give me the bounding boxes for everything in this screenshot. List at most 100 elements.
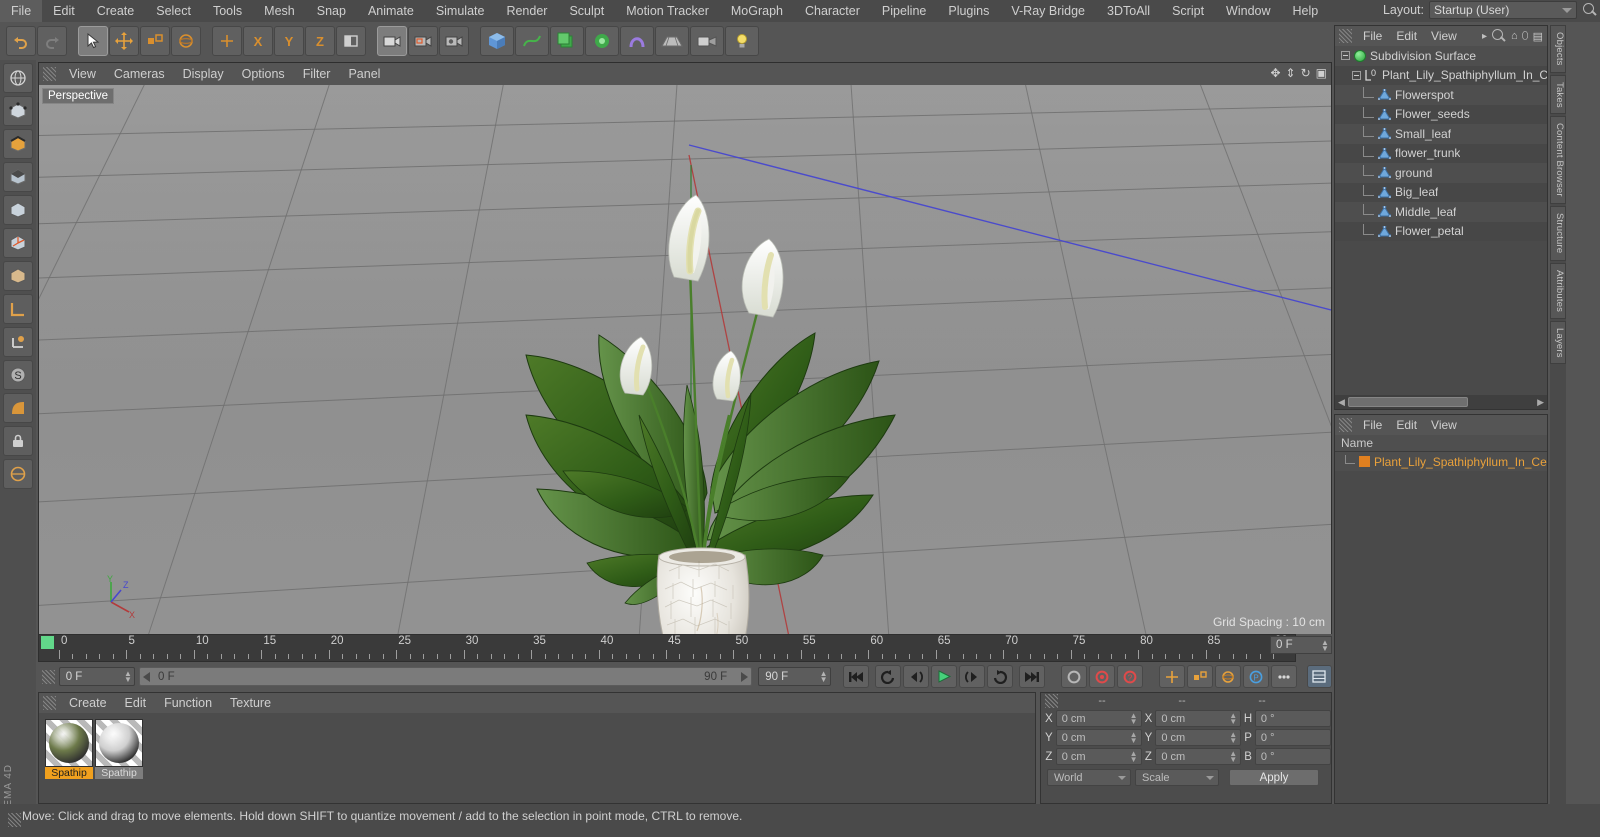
subdivision-surface-button[interactable] bbox=[585, 26, 619, 56]
redo-button[interactable] bbox=[37, 26, 67, 56]
live-selection-button[interactable] bbox=[78, 26, 108, 56]
viewport-menu-options[interactable]: Options bbox=[233, 63, 294, 85]
vertical-tab-layers[interactable]: Layers bbox=[1550, 320, 1566, 365]
spinner-icon[interactable]: ▲ ▼ bbox=[1229, 731, 1237, 745]
render-view-button[interactable] bbox=[377, 26, 407, 56]
polygon-object-icon[interactable] bbox=[1378, 167, 1391, 179]
view-navigation-tool[interactable] bbox=[3, 63, 33, 93]
spinner-icon[interactable]: ▲ ▼ bbox=[1321, 639, 1329, 653]
menu-item-plugins[interactable]: Plugins bbox=[937, 0, 1000, 22]
viewport-canvas[interactable]: Perspective Grid Spacing : 10 cm Y Z X bbox=[39, 85, 1331, 634]
spline-pen-button[interactable] bbox=[515, 26, 549, 56]
rotation-field[interactable]: 0 ° bbox=[1254, 748, 1331, 765]
object-tree-row[interactable]: Flower_seeds bbox=[1335, 104, 1547, 124]
panel-grip-icon[interactable] bbox=[43, 67, 56, 81]
panel-grip-icon[interactable] bbox=[1339, 29, 1352, 43]
render-region-button[interactable] bbox=[408, 26, 438, 56]
parameter-key-button[interactable]: P bbox=[1242, 665, 1269, 688]
spinner-icon[interactable]: ▲ ▼ bbox=[1130, 712, 1138, 726]
play-button[interactable] bbox=[930, 665, 957, 688]
edge-mode-tool[interactable] bbox=[3, 129, 33, 159]
render-settings-button[interactable] bbox=[439, 26, 469, 56]
object-tree-row[interactable]: Small_leaf bbox=[1335, 124, 1547, 144]
object-tree-row[interactable]: flower_trunk bbox=[1335, 143, 1547, 163]
next-key-button[interactable] bbox=[986, 665, 1013, 688]
layer-manager-menu-file[interactable]: File bbox=[1356, 415, 1389, 435]
tree-expand-toggle[interactable] bbox=[1352, 70, 1361, 80]
menu-item-file[interactable]: File bbox=[0, 0, 43, 22]
filter-icon[interactable]: ⬯ bbox=[1522, 30, 1529, 43]
home-icon[interactable]: ⌂ bbox=[1511, 30, 1518, 42]
menu-item-pipeline[interactable]: Pipeline bbox=[871, 0, 937, 22]
light-button[interactable] bbox=[725, 26, 759, 56]
menu-item-character[interactable]: Character bbox=[794, 0, 871, 22]
null-object-icon[interactable]: 0 bbox=[1365, 69, 1378, 81]
layer-color-swatch[interactable] bbox=[1359, 456, 1370, 467]
size-field[interactable]: 0 cm ▲ ▼ bbox=[1155, 710, 1242, 727]
pan-icon[interactable]: ✥ bbox=[1270, 66, 1280, 80]
menu-item-mesh[interactable]: Mesh bbox=[253, 0, 306, 22]
object-tree-row[interactable]: ground bbox=[1335, 163, 1547, 183]
current-frame-display[interactable]: 0 F ▲ ▼ bbox=[1270, 636, 1332, 654]
menu-item-motion-tracker[interactable]: Motion Tracker bbox=[615, 0, 720, 22]
menu-item-3dtoall[interactable]: 3DToAll bbox=[1096, 0, 1161, 22]
start-frame-field[interactable]: 0 F ▲ ▼ bbox=[58, 667, 135, 686]
viewport-menu-cameras[interactable]: Cameras bbox=[105, 63, 174, 85]
previous-key-button[interactable] bbox=[874, 665, 901, 688]
world-object-coordinate-button[interactable] bbox=[336, 26, 366, 56]
panel-grip-icon[interactable] bbox=[8, 813, 21, 827]
range-right-handle[interactable] bbox=[741, 672, 749, 682]
object-tree[interactable]: Subdivision Surface 0 Plant_Lily_Spathiphy… bbox=[1335, 46, 1547, 395]
material-preview-sphere[interactable] bbox=[45, 719, 93, 767]
point-level-animation-button[interactable] bbox=[1270, 665, 1297, 688]
rotate-button[interactable] bbox=[171, 26, 201, 56]
timeline-ruler[interactable]: 051015202530354045505560657075808590 bbox=[38, 634, 1296, 662]
spinner-icon[interactable]: ▲ ▼ bbox=[124, 670, 132, 684]
floor-environment-button[interactable] bbox=[655, 26, 689, 56]
spinner-icon[interactable]: ▲ ▼ bbox=[1229, 712, 1237, 726]
viewport-menu-filter[interactable]: Filter bbox=[294, 63, 340, 85]
size-field[interactable]: 0 cm ▲ ▼ bbox=[1155, 729, 1242, 746]
layer-manager-menu-view[interactable]: View bbox=[1424, 415, 1464, 435]
menu-item-select[interactable]: Select bbox=[145, 0, 202, 22]
material-item[interactable]: Spathip bbox=[95, 719, 143, 779]
material-manager-menu-create[interactable]: Create bbox=[60, 693, 116, 713]
point-mode-tool[interactable] bbox=[3, 96, 33, 126]
rotate-icon[interactable]: ↻ bbox=[1301, 66, 1311, 80]
viewport-menu-view[interactable]: View bbox=[60, 63, 105, 85]
menu-item-create[interactable]: Create bbox=[86, 0, 146, 22]
menu-item-mograph[interactable]: MoGraph bbox=[720, 0, 794, 22]
object-axis-tool[interactable] bbox=[3, 228, 33, 258]
scroll-right-arrow-icon[interactable]: ▶ bbox=[1534, 397, 1547, 408]
spinner-icon[interactable]: ▲ ▼ bbox=[1130, 731, 1138, 745]
rotation-field[interactable]: 0 ° bbox=[1254, 710, 1331, 727]
panel-grip-icon[interactable] bbox=[1045, 694, 1058, 708]
maximize-icon[interactable]: ▣ bbox=[1316, 66, 1327, 80]
object-manager-hscrollbar[interactable]: ◀ ▶ bbox=[1335, 395, 1547, 409]
material-manager-menu-edit[interactable]: Edit bbox=[116, 693, 156, 713]
menu-item-snap[interactable]: Snap bbox=[306, 0, 357, 22]
z-axis-lock-button[interactable]: Z bbox=[305, 26, 335, 56]
vertical-tab-takes[interactable]: Takes bbox=[1550, 74, 1566, 115]
array-generator-button[interactable] bbox=[550, 26, 584, 56]
spinner-icon[interactable]: ▲ ▼ bbox=[1229, 750, 1237, 764]
menu-item-v-ray-bridge[interactable]: V-Ray Bridge bbox=[1000, 0, 1096, 22]
material-manager-menu-function[interactable]: Function bbox=[155, 693, 221, 713]
chevron-right-icon[interactable]: ▸ bbox=[1482, 31, 1487, 42]
position-field[interactable]: 0 cm ▲ ▼ bbox=[1055, 748, 1142, 765]
subdivision-surface-icon[interactable] bbox=[1354, 49, 1366, 62]
transform-mode-dropdown[interactable]: Scale bbox=[1135, 769, 1219, 786]
tree-expand-toggle[interactable] bbox=[1341, 51, 1350, 61]
rotation-key-button[interactable] bbox=[1214, 665, 1241, 688]
position-field[interactable]: 0 cm ▲ ▼ bbox=[1055, 710, 1142, 727]
material-name-label[interactable]: Spathip bbox=[95, 767, 143, 779]
search-icon[interactable] bbox=[1582, 2, 1598, 18]
layer-rows[interactable]: Plant_Lily_Spathiphyllum_In_Ceram bbox=[1335, 452, 1547, 471]
menu-item-tools[interactable]: Tools bbox=[202, 0, 253, 22]
menu-item-sculpt[interactable]: Sculpt bbox=[558, 0, 615, 22]
material-preview-sphere[interactable] bbox=[95, 719, 143, 767]
object-manager-menu-edit[interactable]: Edit bbox=[1389, 26, 1424, 46]
menu-item-edit[interactable]: Edit bbox=[42, 0, 86, 22]
viewport-menu-panel[interactable]: Panel bbox=[339, 63, 389, 85]
autokeying-button[interactable] bbox=[1088, 665, 1115, 688]
